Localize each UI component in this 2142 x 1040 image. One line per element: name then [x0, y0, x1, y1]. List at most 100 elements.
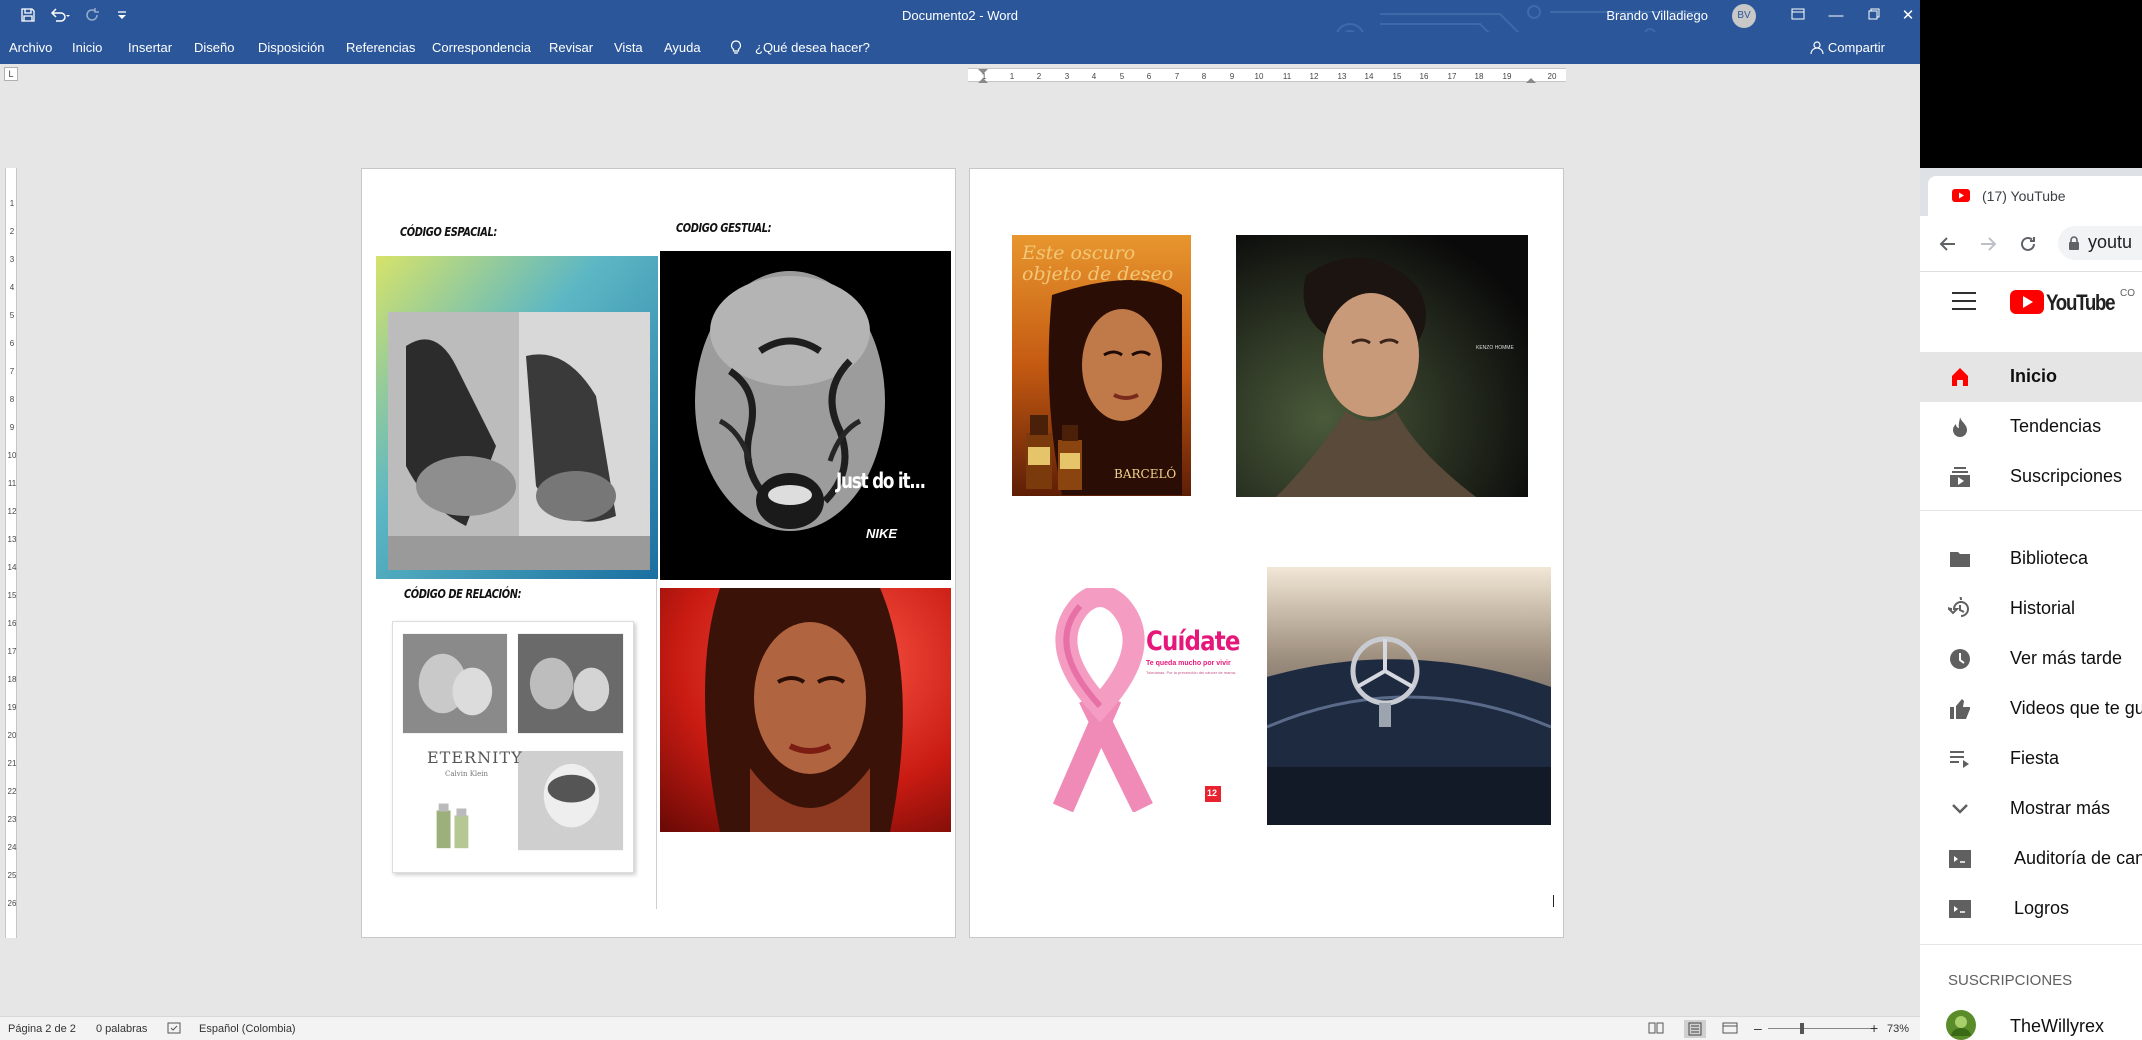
reload-icon[interactable]: [2018, 234, 2038, 254]
tab-vista[interactable]: Vista: [614, 40, 643, 55]
nav-item-historial[interactable]: Historial: [1920, 584, 2142, 634]
tab-revisar[interactable]: Revisar: [549, 40, 593, 55]
read-mode-icon[interactable]: [1648, 1021, 1664, 1038]
tab-ayuda[interactable]: Ayuda: [664, 40, 701, 55]
back-arrow-icon[interactable]: [1938, 234, 1958, 254]
ad-image-mercedes[interactable]: [1267, 567, 1551, 825]
eternity-title: ETERNITY: [427, 748, 523, 767]
tab-archivo[interactable]: Archivo: [9, 40, 52, 55]
svg-text:26: 26: [8, 899, 17, 908]
person-icon: [1810, 41, 1824, 55]
nav-item-ver-mas-tarde[interactable]: Ver más tarde: [1920, 634, 2142, 684]
restore-icon[interactable]: [1862, 4, 1886, 28]
svg-text:15: 15: [1393, 72, 1402, 81]
tell-me-search[interactable]: ¿Qué desea hacer?: [755, 40, 870, 55]
ad-image-nike[interactable]: Just do it... NIKE: [660, 251, 951, 580]
avatar[interactable]: BV: [1732, 4, 1756, 28]
studio-icon: [1949, 850, 1971, 868]
library-icon: [1950, 552, 1970, 567]
ad-image-cuidate[interactable]: Cuídate Te queda mucho por vivir Toledan…: [993, 588, 1256, 812]
browser-tab-youtube[interactable]: (17) YouTube: [1928, 176, 2142, 216]
nav-item-videos-que-te-gustan[interactable]: Videos que te gu...: [1920, 684, 2142, 734]
svg-text:22: 22: [8, 787, 17, 796]
nav-item-inicio[interactable]: Inicio: [1920, 352, 2142, 402]
ad-image-eternity[interactable]: ETERNITY Calvin Klein: [392, 621, 634, 873]
svg-text:1: 1: [1010, 72, 1015, 81]
svg-text:24: 24: [8, 843, 17, 852]
svg-text:17: 17: [8, 647, 17, 656]
ad-image-kenzo[interactable]: KENZO HOMME: [1236, 235, 1528, 497]
tab-disposicion[interactable]: Disposición: [258, 40, 324, 55]
subscription-item[interactable]: TheWillyrex: [1920, 998, 2142, 1040]
svg-text:16: 16: [8, 619, 17, 628]
print-layout-icon[interactable]: [1684, 1020, 1706, 1038]
nav-item-fiesta[interactable]: Fiesta: [1920, 734, 2142, 784]
tab-diseno[interactable]: Diseño: [194, 40, 234, 55]
minimize-icon[interactable]: —: [1824, 4, 1848, 28]
nav-item-biblioteca[interactable]: Biblioteca: [1920, 534, 2142, 584]
nav-item-auditoria[interactable]: Auditoría de cana: [1920, 834, 2142, 884]
ad-image-espacial[interactable]: [376, 256, 658, 579]
proofing-icon[interactable]: [167, 1021, 183, 1038]
address-bar[interactable]: youtu: [2058, 226, 2142, 260]
web-layout-icon[interactable]: [1722, 1021, 1738, 1038]
svg-text:5: 5: [1120, 72, 1125, 81]
nav-item-mostrar-mas[interactable]: Mostrar más: [1920, 784, 2142, 834]
tab-selector[interactable]: L: [4, 67, 18, 81]
ribbon-display-options-icon[interactable]: [1786, 4, 1810, 28]
svg-text:21: 21: [8, 759, 17, 768]
zoom-slider[interactable]: [1768, 1028, 1872, 1029]
channel-avatar: [1946, 1010, 1976, 1040]
browser-tab-strip: (17) YouTube: [1920, 168, 2142, 216]
heading-codigo-gestual: CODIGO GESTUAL:: [676, 221, 772, 235]
svg-text:8: 8: [10, 395, 15, 404]
hamburger-menu-icon[interactable]: [1952, 292, 1976, 310]
nav-item-label: Auditoría de cana: [2014, 848, 2142, 868]
svg-text:7: 7: [1175, 72, 1180, 81]
nav-item-label: Biblioteca: [2010, 548, 2089, 568]
horizontal-ruler[interactable]: 1 1 2 3 4 5 6 7 8 9 10 11 12 13 14 15 16 17 18 19 20: [968, 68, 1566, 83]
svg-text:4: 4: [1092, 72, 1097, 81]
page-count[interactable]: Página 2 de 2: [8, 1023, 76, 1035]
svg-text:6: 6: [1147, 72, 1152, 81]
youtube-logo[interactable]: YouTube CO: [2010, 288, 2142, 316]
word-count[interactable]: 0 palabras: [96, 1023, 147, 1035]
zoom-level[interactable]: 73%: [1887, 1023, 1909, 1035]
vertical-ruler[interactable]: 1 2 3 4 5 6 7 8 9 10 11 12 13 14 15 16 17 18 19 20 21 22 23 24 2…: [5, 168, 17, 938]
forward-arrow-icon[interactable]: [1978, 234, 1998, 254]
tab-referencias[interactable]: Referencias: [346, 40, 415, 55]
svg-text:19: 19: [1503, 72, 1512, 81]
title-bar: Documento2 - Word Brando Villadiego BV —…: [0, 0, 1920, 55]
nav-item-suscripciones[interactable]: Suscripciones: [1920, 452, 2142, 502]
ad-image-portrait-red[interactable]: [660, 588, 951, 832]
tab-inicio[interactable]: Inicio: [72, 40, 102, 55]
lightbulb-icon: [730, 40, 742, 58]
ad-image-barcelo[interactable]: Este oscuro objeto de deseo BARCELÓ: [1012, 235, 1191, 496]
nav-item-logros[interactable]: Logros: [1920, 884, 2142, 934]
nav-divider: [1920, 510, 2142, 511]
language-status[interactable]: Español (Colombia): [199, 1023, 296, 1035]
svg-text:11: 11: [1283, 72, 1292, 81]
close-icon[interactable]: ✕: [1896, 4, 1920, 28]
zoom-out-button[interactable]: –: [1754, 1020, 1762, 1036]
svg-text:20: 20: [8, 731, 17, 740]
svg-text:13: 13: [8, 535, 17, 544]
document-page-2[interactable]: Este oscuro objeto de deseo BARCELÓ KENZ…: [969, 168, 1564, 938]
svg-text:2: 2: [10, 227, 15, 236]
share-button[interactable]: Compartir: [1810, 40, 1885, 55]
user-name[interactable]: Brando Villadiego: [1606, 8, 1708, 23]
country-code: CO: [2120, 288, 2135, 299]
svg-text:16: 16: [1420, 72, 1429, 81]
document-page-1[interactable]: CÓDIGO ESPACIAL: CODIGO GESTUAL: CÓDIGO …: [361, 168, 956, 938]
zoom-slider-thumb[interactable]: [1800, 1023, 1804, 1034]
zoom-in-button[interactable]: +: [1870, 1020, 1878, 1036]
tab-correspondencia[interactable]: Correspondencia: [432, 40, 531, 55]
word-window: Documento2 - Word Brando Villadiego BV —…: [0, 0, 1920, 1040]
svg-text:20: 20: [1548, 72, 1557, 81]
svg-text:9: 9: [10, 423, 15, 432]
tab-insertar[interactable]: Insertar: [128, 40, 172, 55]
svg-text:12: 12: [8, 507, 17, 516]
nav-item-tendencias[interactable]: Tendencias: [1920, 402, 2142, 452]
history-icon: [1948, 597, 1969, 617]
svg-text:10: 10: [1255, 72, 1264, 81]
